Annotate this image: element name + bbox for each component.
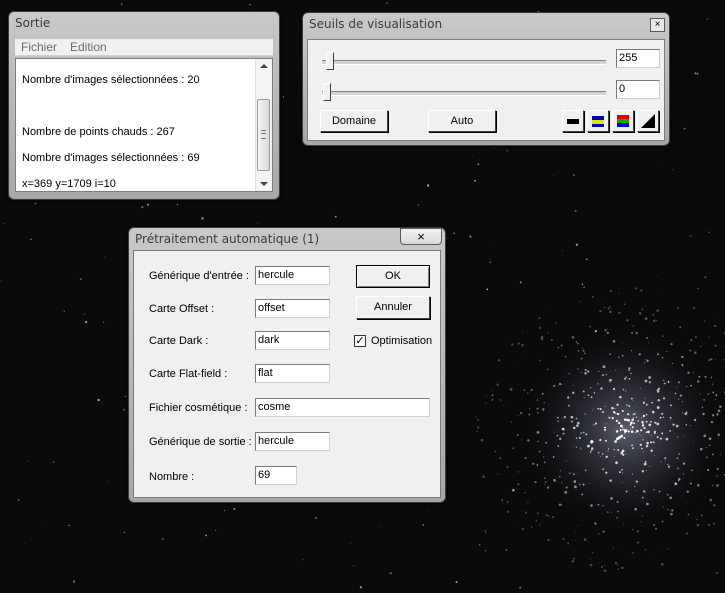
menu-edition[interactable]: Edition [70, 40, 107, 54]
pretraitement-window: Prétraitement automatique (1) × Génériqu… [128, 227, 446, 503]
sortie-window: Sortie Fichier Edition Nombre d'images s… [8, 11, 280, 200]
close-icon[interactable]: × [650, 18, 665, 32]
pretraitement-title-bar[interactable]: Prétraitement automatique (1) [129, 228, 445, 250]
sortie-line: Nombre d'images sélectionnées : 69 [22, 152, 200, 164]
sortie-line: x=369 y=1709 i=10 [22, 178, 116, 190]
low-threshold-input[interactable]: 0 [616, 80, 660, 99]
black-bar-icon[interactable] [562, 110, 584, 132]
sortie-menubar: Fichier Edition [15, 39, 273, 56]
high-threshold-input[interactable]: 255 [616, 49, 660, 68]
domaine-button[interactable]: Domaine [320, 110, 388, 132]
menu-fichier[interactable]: Fichier [21, 40, 57, 54]
seuils-client: 255 0 Domaine Auto [307, 39, 665, 141]
auto-button[interactable]: Auto [428, 110, 496, 132]
grip-icon [261, 130, 266, 139]
carte-flat-label: Carte Flat-field : [149, 368, 228, 380]
generique-sortie-label: Générique de sortie : [149, 436, 252, 448]
generique-entree-label: Générique d'entrée : [149, 270, 249, 282]
sortie-line: Nombre d'images sélectionnées : 20 [22, 74, 200, 86]
check-icon: ✓ [355, 335, 365, 347]
sortie-scrollbar[interactable] [255, 59, 272, 191]
seuils-title-bar[interactable]: Seuils de visualisation [303, 13, 669, 35]
seuils-title: Seuils de visualisation [309, 17, 443, 31]
carte-offset-input[interactable]: offset [255, 299, 330, 318]
slider-thumb[interactable] [323, 83, 331, 101]
pretraitement-title: Prétraitement automatique (1) [135, 232, 320, 246]
carte-dark-input[interactable]: dark [255, 331, 330, 350]
high-threshold-slider[interactable] [322, 52, 606, 72]
sortie-title: Sortie [15, 16, 51, 30]
carte-flat-input[interactable]: flat [255, 364, 330, 383]
rgb-palette-icon[interactable] [612, 110, 634, 132]
ok-button[interactable]: OK [356, 265, 430, 288]
pretraitement-client: Générique d'entrée : hercule Carte Offse… [133, 250, 441, 498]
nombre-label: Nombre : [149, 471, 195, 483]
sortie-title-bar[interactable]: Sortie [9, 12, 279, 34]
seuils-window: Seuils de visualisation × 255 0 Domaine … [302, 12, 670, 146]
nombre-input[interactable]: 69 [255, 466, 297, 485]
slider-thumb[interactable] [326, 52, 334, 70]
sortie-text-area[interactable]: Nombre d'images sélectionnées : 20 Nombr… [15, 58, 273, 192]
sortie-line: Nombre de points chauds : 267 [22, 126, 175, 138]
scroll-down-arrow-icon[interactable] [260, 182, 268, 186]
optimisation-checkbox[interactable]: ✓ [354, 335, 366, 347]
carte-offset-label: Carte Offset : [149, 303, 215, 315]
scroll-thumb[interactable] [257, 99, 270, 171]
annuler-button[interactable]: Annuler [356, 296, 430, 319]
close-icon[interactable]: × [400, 228, 442, 245]
generique-entree-input[interactable]: hercule [255, 266, 330, 285]
generique-sortie-input[interactable]: hercule [255, 432, 330, 451]
scroll-up-arrow-icon[interactable] [260, 64, 268, 68]
gradient-triangle-icon[interactable] [637, 110, 659, 132]
optimisation-label: Optimisation [371, 335, 433, 347]
low-threshold-slider[interactable] [322, 83, 606, 103]
blue-yellow-palette-icon[interactable] [587, 110, 609, 132]
fichier-cosmetique-input[interactable]: cosme [255, 398, 430, 417]
fichier-cosmetique-label: Fichier cosmétique : [149, 402, 248, 414]
carte-dark-label: Carte Dark : [149, 335, 209, 347]
